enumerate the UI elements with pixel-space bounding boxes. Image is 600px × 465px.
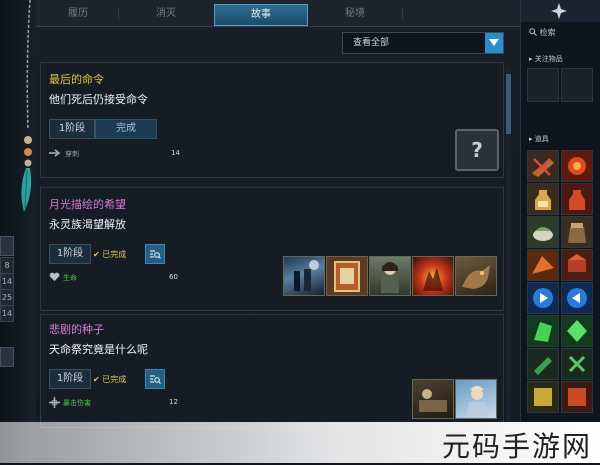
reward-stat-value: 60	[169, 273, 178, 281]
inventory-slot[interactable]	[561, 249, 593, 281]
crosshair-icon	[49, 397, 60, 411]
reward-thumbnail-workshop-scene[interactable]	[412, 379, 454, 419]
tab-bar: 履历 消灭 故事 秘境	[36, 0, 520, 27]
inventory-search[interactable]: 检索	[529, 26, 599, 40]
tab-eliminate[interactable]: 消灭	[120, 4, 212, 24]
quest-card[interactable]: 悲剧的种子 天命祭究竟是什么呢 1阶段 ✔ 已完成 暴击伤害 12	[40, 314, 504, 428]
reward-stat-label: 暴击伤害	[63, 399, 91, 407]
quest-title: 悲剧的种子	[49, 323, 104, 336]
reward-thumbnail-fire-creature[interactable]	[412, 256, 454, 296]
quest-description: 他们死后仍接受命令	[49, 93, 148, 106]
tab-secret-realm[interactable]: 秘境	[310, 4, 400, 24]
reward-thumbnail-moonlit-figures[interactable]	[283, 256, 325, 296]
quest-log-panel: 履历 消灭 故事 秘境 查看全部 最后的命令 他们死后仍接受命令 1阶段 完成 …	[36, 0, 520, 463]
reward-stat-value: 14	[171, 149, 180, 157]
heart-icon	[49, 272, 60, 285]
inventory-slot[interactable]	[561, 282, 593, 314]
quest-description: 永灵族渴望解放	[49, 218, 126, 231]
left-stat-value: 25	[0, 289, 14, 306]
tab-divider	[118, 8, 119, 20]
tab-story[interactable]: 故事	[214, 4, 308, 26]
tab-history[interactable]: 履历	[38, 4, 118, 24]
reward-thumbnail-fairy-character[interactable]	[455, 379, 497, 419]
quest-card[interactable]: 月光描绘的希望 永灵族渴望解放 1阶段 ✔ 已完成 生命 60	[40, 187, 504, 311]
reward-thumbnail-tome-book[interactable]	[326, 256, 368, 296]
quest-complete-status: ✔ 已完成	[93, 250, 127, 259]
followed-item-slot[interactable]	[561, 68, 593, 102]
inventory-slot[interactable]	[561, 315, 593, 347]
quest-status-text: 已完成	[102, 250, 127, 259]
tab-divider	[402, 8, 403, 20]
reward-stat-label: 生命	[63, 274, 77, 282]
compass-icon	[551, 3, 567, 19]
left-panel-button[interactable]	[0, 236, 14, 256]
inventory-slot[interactable]	[561, 150, 593, 182]
inventory-panel: 检索 ▸ 关注物品 ▸ 道具	[520, 0, 600, 463]
site-watermark: 元码手游网	[0, 422, 600, 463]
inventory-slot[interactable]	[561, 183, 593, 215]
quest-stage-badge: 1阶段	[49, 244, 91, 264]
followed-items-text: 关注物品	[534, 55, 563, 63]
followed-item-slot[interactable]	[527, 68, 559, 102]
inventory-search-label: 检索	[539, 28, 556, 37]
quest-complete-badge: 完成	[95, 119, 157, 139]
items-section-label: ▸ 道具	[529, 135, 549, 143]
quest-complete-status: ✔ 已完成	[93, 375, 127, 384]
inventory-slot[interactable]	[561, 216, 593, 248]
quest-description: 天命祭究竟是什么呢	[49, 343, 148, 356]
quest-locate-button[interactable]	[145, 244, 165, 264]
weapon-pierce-icon	[49, 148, 61, 161]
reward-thumbnail-beast-monster[interactable]	[455, 256, 497, 296]
filter-label: 查看全部	[353, 38, 390, 48]
left-stat-value: 14	[0, 273, 14, 290]
inventory-slot[interactable]	[527, 315, 559, 347]
quest-stage-badge: 1阶段	[49, 369, 91, 389]
inventory-slot[interactable]	[527, 249, 559, 281]
watermark-text: 元码手游网	[441, 430, 592, 463]
feather-ornament-icon	[21, 0, 32, 212]
left-stat-value: 14	[0, 305, 14, 322]
quest-stage-badge: 1阶段	[49, 119, 95, 139]
inventory-slot[interactable]	[561, 381, 593, 413]
reward-stat-value: 12	[169, 398, 178, 406]
search-icon	[150, 375, 161, 384]
reward-stat-label: 穿刺	[65, 150, 79, 158]
left-stat-value: 8	[0, 257, 14, 274]
reward-thumbnail-armored-girl[interactable]	[369, 256, 411, 296]
inventory-slot[interactable]	[561, 348, 593, 380]
search-icon	[150, 250, 161, 259]
unknown-reward-slot[interactable]: ?	[455, 129, 499, 171]
followed-items-label: ▸ 关注物品	[529, 55, 563, 63]
inventory-slot[interactable]	[527, 348, 559, 380]
inventory-slot[interactable]	[527, 150, 559, 182]
inventory-slot[interactable]	[527, 282, 559, 314]
chevron-down-icon[interactable]	[485, 33, 503, 53]
search-icon	[529, 28, 537, 36]
left-panel-button[interactable]	[0, 347, 14, 367]
inventory-slot[interactable]	[527, 216, 559, 248]
quest-locate-button[interactable]	[145, 369, 165, 389]
quest-status-text: 已完成	[102, 375, 127, 384]
quest-filter-dropdown[interactable]: 查看全部	[342, 32, 504, 54]
quest-list-scrollbar[interactable]	[506, 68, 511, 448]
scrollbar-thumb[interactable]	[506, 74, 511, 134]
quest-title: 月光描绘的希望	[49, 198, 126, 211]
inventory-slot[interactable]	[527, 183, 559, 215]
quest-card[interactable]: 最后的命令 他们死后仍接受命令 1阶段 完成 穿刺 14 ?	[40, 62, 504, 178]
items-section-text: 道具	[534, 135, 549, 143]
inventory-slot[interactable]	[527, 381, 559, 413]
inventory-header	[521, 0, 600, 22]
quest-title: 最后的命令	[49, 73, 104, 86]
